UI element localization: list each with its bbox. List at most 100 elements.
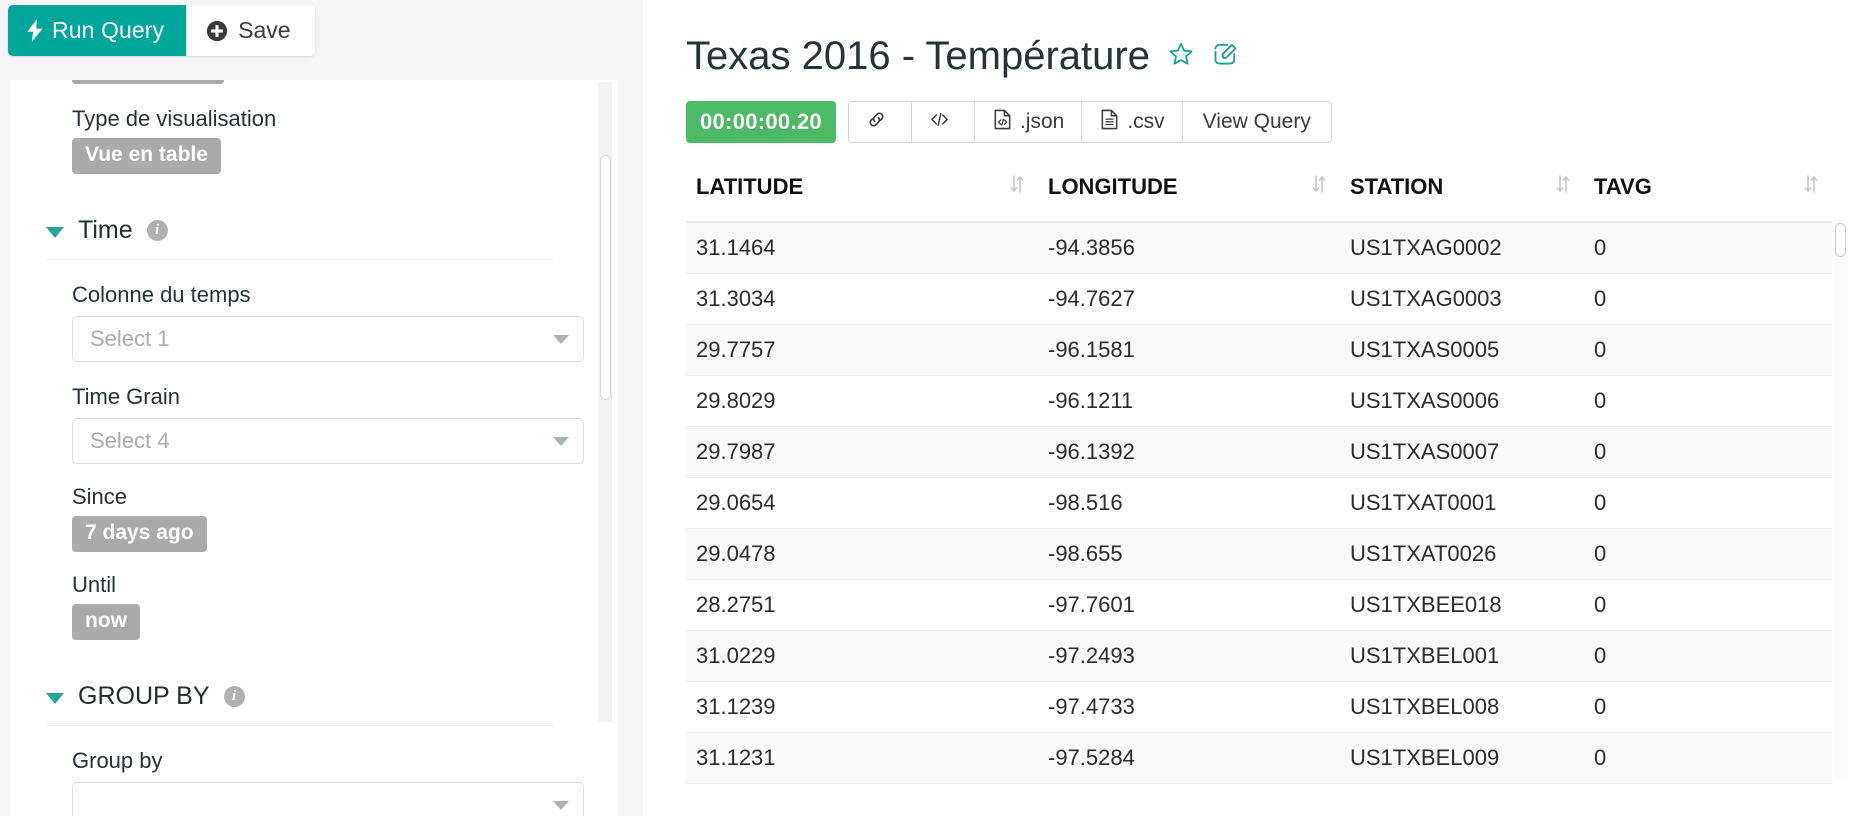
share-link-button[interactable] xyxy=(848,102,912,142)
column-header-longitude[interactable]: LONGITUDE xyxy=(1038,167,1340,223)
groupby-section-header[interactable]: GROUP BY i xyxy=(46,682,554,726)
viz-type-value[interactable]: Vue en table xyxy=(72,138,221,174)
export-json-label: .json xyxy=(1019,110,1065,133)
table-cell-tavg: 0 xyxy=(1584,375,1832,427)
table-cell-latitude: 29.0478 xyxy=(686,528,1038,580)
chevron-down-icon xyxy=(553,800,569,810)
code-icon xyxy=(929,108,950,137)
column-header-longitude-label: LONGITUDE xyxy=(1048,174,1178,199)
table-cell-tavg: 0 xyxy=(1584,630,1832,682)
table-cell-latitude: 29.7757 xyxy=(686,324,1038,376)
info-icon[interactable]: i xyxy=(223,686,245,707)
table-header: LATITUDE LONGITUDE STATION TAVG xyxy=(686,167,1832,223)
table-cell-tavg: 0 xyxy=(1584,477,1832,529)
chevron-down-icon xyxy=(553,436,569,446)
time-grain-placeholder: Select 4 xyxy=(90,428,170,453)
group-by-label: Group by xyxy=(72,748,163,773)
column-header-station-label: STATION xyxy=(1350,174,1444,199)
table-cell-longitude: -97.5284 xyxy=(1038,732,1340,784)
table-cell-station: US1TXBEL001 xyxy=(1340,630,1584,682)
sort-icon[interactable] xyxy=(1312,173,1326,201)
sort-icon[interactable] xyxy=(1010,173,1024,201)
chart-title-row: Texas 2016 - Température xyxy=(643,0,1872,79)
link-icon xyxy=(866,108,887,137)
bolt-icon xyxy=(27,19,43,42)
export-json-button[interactable]: .json xyxy=(974,102,1083,142)
group-by-select[interactable] xyxy=(72,782,584,816)
table-row: 31.1231 -97.5284 US1TXBEL009 0 xyxy=(686,732,1832,784)
chart-panel: Texas 2016 - Température 00:00:00.20 .js… xyxy=(643,0,1872,816)
sort-icon[interactable] xyxy=(1804,173,1818,201)
table-cell-longitude: -96.1581 xyxy=(1038,324,1340,376)
table-cell-longitude: -98.655 xyxy=(1038,528,1340,580)
time-section-title: Time xyxy=(78,216,133,244)
table-cell-longitude: -96.1392 xyxy=(1038,426,1340,478)
table-cell-station: US1TXAS0007 xyxy=(1340,426,1584,478)
table-cell-latitude: 28.2751 xyxy=(686,579,1038,631)
table-cell-tavg: 0 xyxy=(1584,426,1832,478)
table-row: 29.0654 -98.516 US1TXAT0001 0 xyxy=(686,477,1832,529)
embed-code-button[interactable] xyxy=(911,102,975,142)
edit-pencil-icon[interactable] xyxy=(1212,41,1238,72)
star-outline-icon[interactable] xyxy=(1168,41,1194,72)
table-cell-latitude: 29.8029 xyxy=(686,375,1038,427)
table-cell-station: US1TXAT0026 xyxy=(1340,528,1584,580)
table-row: 31.3034 -94.7627 US1TXAG0003 0 xyxy=(686,273,1832,325)
until-label: Until xyxy=(72,572,117,597)
table-cell-latitude: 31.1239 xyxy=(686,681,1038,733)
time-section-header[interactable]: Time i xyxy=(46,216,554,260)
view-query-label: View Query xyxy=(1202,110,1311,133)
table-scrollbar-thumb[interactable] xyxy=(1835,223,1846,257)
info-icon[interactable]: i xyxy=(146,220,168,241)
column-header-tavg[interactable]: TAVG xyxy=(1584,167,1832,223)
time-column-placeholder: Select 1 xyxy=(90,326,170,351)
json-file-icon xyxy=(992,108,1013,137)
table-cell-latitude: 31.0229 xyxy=(686,630,1038,682)
view-query-button[interactable]: View Query xyxy=(1182,102,1331,142)
table-cell-latitude: 31.3034 xyxy=(686,273,1038,325)
column-header-tavg-label: TAVG xyxy=(1594,174,1652,199)
table-cell-latitude: 31.1464 xyxy=(686,222,1038,274)
table-cell-longitude: -97.2493 xyxy=(1038,630,1340,682)
explore-page: Run Query Save Type de visualisation Vue… xyxy=(0,0,1872,816)
table-cell-station: US1TXAG0003 xyxy=(1340,273,1584,325)
time-grain-select[interactable]: Select 4 xyxy=(72,418,584,464)
table-row: 28.2751 -97.7601 US1TXBEE018 0 xyxy=(686,579,1832,631)
table-cell-latitude: 29.7987 xyxy=(686,426,1038,478)
time-column-select[interactable]: Select 1 xyxy=(72,316,584,362)
column-header-latitude[interactable]: LATITUDE xyxy=(686,167,1038,223)
csv-file-icon xyxy=(1099,108,1120,137)
sort-icon[interactable] xyxy=(1556,173,1570,201)
save-button[interactable]: Save xyxy=(186,5,315,56)
since-label: Since xyxy=(72,484,128,509)
chevron-down-icon[interactable] xyxy=(46,692,64,704)
viz-type-label: Type de visualisation xyxy=(72,106,277,131)
query-toolbar: Run Query Save xyxy=(8,5,315,56)
table-cell-latitude: 29.0654 xyxy=(686,477,1038,529)
table-cell-longitude: -96.1211 xyxy=(1038,375,1340,427)
column-header-station[interactable]: STATION xyxy=(1340,167,1584,223)
table-cell-station: US1TXBEL008 xyxy=(1340,681,1584,733)
plus-circle-icon xyxy=(206,20,228,42)
table-row: 31.0229 -97.2493 US1TXBEL001 0 xyxy=(686,630,1832,682)
table-cell-station: US1TXAS0006 xyxy=(1340,375,1584,427)
until-value[interactable]: now xyxy=(72,604,140,640)
export-csv-button[interactable]: .csv xyxy=(1082,102,1183,142)
control-pane: Type de visualisation Vue en table Time … xyxy=(10,80,618,816)
chevron-down-icon[interactable] xyxy=(46,226,64,238)
query-duration-badge: 00:00:00.20 xyxy=(686,101,836,143)
table-cell-station: US1TXAG0002 xyxy=(1340,222,1584,274)
sidebar-scrollbar-thumb[interactable] xyxy=(600,155,611,400)
table-cell-tavg: 0 xyxy=(1584,528,1832,580)
table-row: 29.8029 -96.1211 US1TXAS0006 0 xyxy=(686,375,1832,427)
table-cell-latitude: 31.1231 xyxy=(686,732,1038,784)
table-scrollbar-track[interactable] xyxy=(1834,219,1848,779)
export-button-group: .json .csv View Query xyxy=(847,101,1332,143)
table-cell-tavg: 0 xyxy=(1584,732,1832,784)
action-toolbar: 00:00:00.20 .json .csv View Query xyxy=(686,101,1872,143)
groupby-section-title: GROUP BY xyxy=(78,682,210,710)
time-column-label: Colonne du temps xyxy=(72,282,251,307)
since-value[interactable]: 7 days ago xyxy=(72,516,207,552)
table-cell-station: US1TXAT0001 xyxy=(1340,477,1584,529)
run-query-button[interactable]: Run Query xyxy=(8,5,187,56)
